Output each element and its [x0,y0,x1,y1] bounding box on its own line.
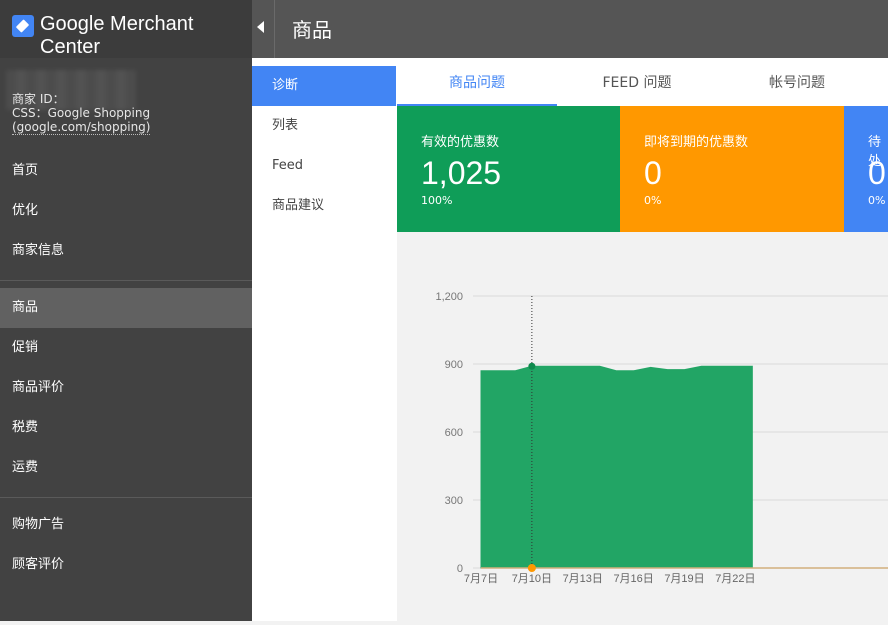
tab-account-issues[interactable]: 帐号问题 [717,58,877,106]
hover-point-zero [528,564,536,572]
sidebar-item-tax[interactable]: 税费 [0,408,252,448]
merchant-id-label: 商家 ID： [12,92,150,106]
expiring-offers-card[interactable]: 即将到期的优惠数 0 0% [620,106,844,232]
y-tick-label: 600 [445,427,463,439]
sidebar-divider [0,280,252,281]
y-tick-label: 1,200 [435,291,463,303]
x-tick-label: 7月22日 [715,573,755,585]
active-offers-card[interactable]: 有效的优惠数 1,025 100% [397,106,620,232]
card-value: 0 [644,155,662,192]
issue-tabs: 商品问题 FEED 问题 帐号问题 [397,58,888,107]
sidebar-item-shopping-ads[interactable]: 购物广告 [0,505,252,545]
card-value: 0 [868,155,886,192]
css-program-link[interactable]: (google.com/shopping) [12,120,150,135]
sidebar-item-products[interactable]: 商品 [0,288,252,328]
page-title: 商品 [292,14,332,43]
tab-feed-issues[interactable]: FEED 问题 [557,58,717,106]
hover-point [528,363,535,370]
subnav-item-diagnostics[interactable]: 诊断 [252,66,396,106]
x-tick-label: 7月19日 [664,573,704,585]
left-sidebar: Google Merchant Center 商家 ID： CSS：Google… [0,0,252,621]
x-tick-label: 7月10日 [512,573,552,585]
subnav-item-feed[interactable]: Feed [252,146,396,186]
card-percent: 0% [868,194,885,207]
card-label: 有效的优惠数 [421,131,499,150]
card-label: 即将到期的优惠数 [644,131,748,150]
subnav-item-product-suggestions[interactable]: 商品建议 [252,186,396,226]
subnav-item-list[interactable]: 列表 [252,106,396,146]
account-info: 商家 ID： CSS：Google Shopping (google.com/s… [12,92,150,134]
brand-title: Google Merchant Center [40,13,252,59]
x-tick-label: 7月13日 [563,573,603,585]
merchant-center-logo-icon [12,15,34,37]
card-percent: 0% [644,194,661,207]
card-percent: 100% [421,194,452,207]
series-area [481,366,752,568]
pending-offers-card[interactable]: 待处 0 0% [844,106,888,232]
offers-chart: 0 300 600 900 1,200 7月7日 7月10日 7月13日 7月16日 7月19日 7… [397,232,888,621]
top-bar: 商品 [252,0,888,58]
x-tick-label: 7月7日 [464,573,498,585]
sidebar-item-home[interactable]: 首页 [0,151,252,191]
y-tick-label: 300 [445,495,463,507]
tab-item-issues[interactable]: 商品问题 [397,58,557,106]
x-tick-label: 7月16日 [613,573,653,585]
sidebar-item-shipping[interactable]: 运费 [0,448,252,488]
offers-area-chart: 0 300 600 900 1,200 7月7日 7月10日 7月13日 7月16日 7月19日 7… [397,232,888,621]
sidebar-item-product-ratings[interactable]: 商品评价 [0,368,252,408]
sidebar-item-optimize[interactable]: 优化 [0,191,252,231]
brand-header[interactable]: Google Merchant Center [0,0,252,58]
sidebar-divider [0,497,252,498]
secondary-nav: 诊断 列表 Feed 商品建议 [252,58,398,621]
css-program-line: CSS：Google Shopping [12,106,150,120]
sidebar-item-promotions[interactable]: 促销 [0,328,252,368]
y-tick-label: 0 [457,563,463,575]
card-value: 1,025 [421,155,501,192]
sidebar-item-customer-reviews[interactable]: 顾客评价 [0,545,252,585]
y-tick-label: 900 [445,359,463,371]
sidebar-item-business-info[interactable]: 商家信息 [0,231,252,271]
collapse-sidebar-icon[interactable] [257,21,264,33]
